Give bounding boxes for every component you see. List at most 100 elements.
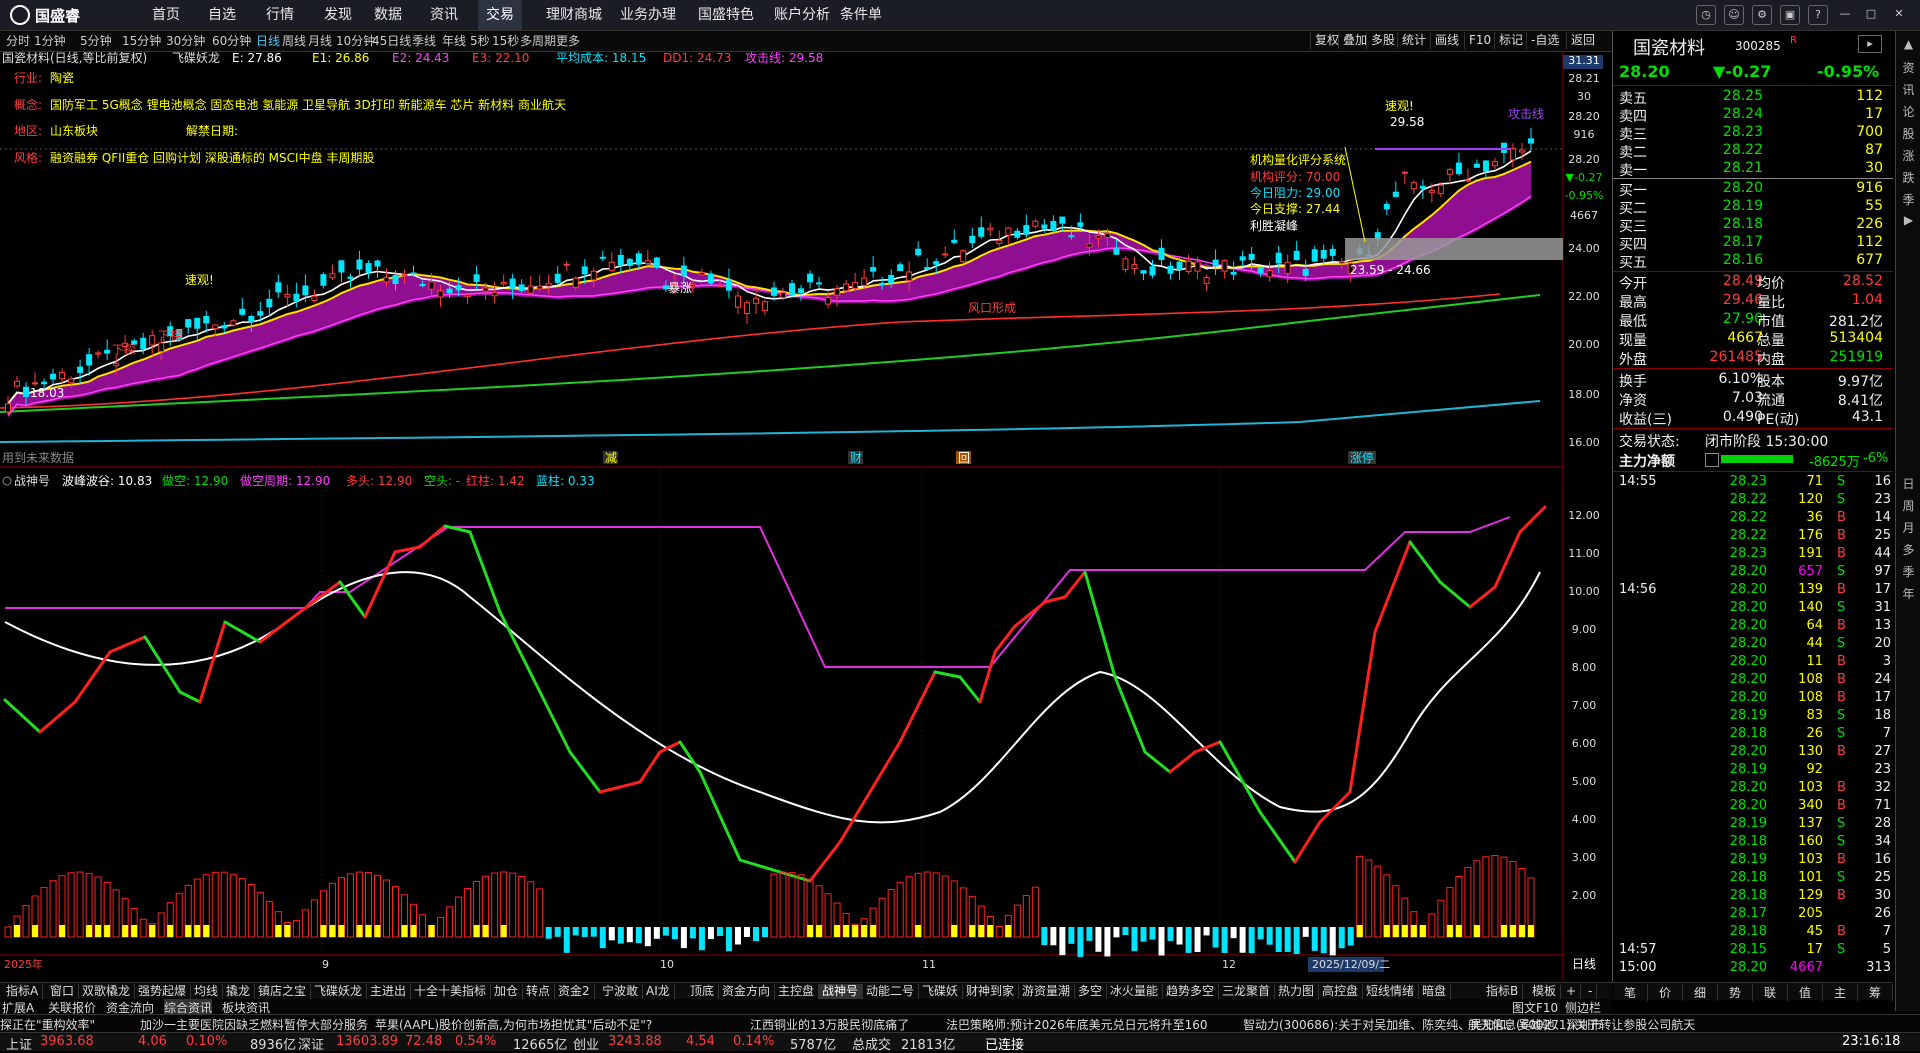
indicator-right-0[interactable]: 指标B <box>1482 984 1524 999</box>
side-tab-11[interactable]: 月 <box>1899 519 1918 536</box>
settings-icon[interactable]: ⚙ <box>1752 5 1772 25</box>
period-7[interactable]: 周线 <box>282 33 306 49</box>
help-icon[interactable]: ? <box>1808 5 1828 25</box>
indicator-right-1[interactable]: 模板 <box>1528 984 1562 999</box>
indicator-tab-21[interactable]: 财神到家 <box>962 984 1020 999</box>
ticker-sz-value[interactable]: 13603.89 <box>336 1034 398 1049</box>
detail-tab-2[interactable]: 细 <box>1683 984 1718 1001</box>
indicator-tab-20[interactable]: 飞碟妖 <box>918 984 964 999</box>
period-5[interactable]: 60分钟 <box>212 33 251 49</box>
indicator-tab-10[interactable]: 加仓 <box>490 984 524 999</box>
side-tab-14[interactable]: 年 <box>1899 585 1918 602</box>
indicator-tab-29[interactable]: 短线情绪 <box>1362 984 1420 999</box>
period-13[interactable]: 5秒 <box>470 33 490 49</box>
period-0[interactable]: 分时 <box>6 33 30 49</box>
maximize-icon[interactable]: □ <box>1862 5 1880 23</box>
side-tab-7[interactable]: 季 <box>1899 191 1918 208</box>
indicator-tab-11[interactable]: 转点 <box>522 984 556 999</box>
chart-tool-3[interactable]: 统计 <box>1397 32 1430 49</box>
menu-9[interactable]: 国盛特色 <box>690 0 762 30</box>
message-icon[interactable]: ◷ <box>1696 5 1716 25</box>
indicator-tab-12[interactable]: 资金2 <box>554 984 595 999</box>
indicator-tab-28[interactable]: 高控盘 <box>1318 984 1364 999</box>
indicator-tab-4[interactable]: 均线 <box>190 984 224 999</box>
indicator-tab-26[interactable]: 三龙聚首 <box>1218 984 1276 999</box>
indicator-tab-2[interactable]: 双歌橇龙 <box>78 984 136 999</box>
indicator-tab-23[interactable]: 多空 <box>1074 984 1108 999</box>
menu-8[interactable]: 业务办理 <box>612 0 684 30</box>
side-tab-12[interactable]: 多 <box>1899 541 1918 558</box>
side-tab-6[interactable]: 跌 <box>1899 169 1918 186</box>
side-tab-10[interactable]: 周 <box>1899 497 1918 514</box>
indicator-tab-1[interactable]: 窗口 <box>46 984 80 999</box>
detail-tab-7[interactable]: 筹 <box>1858 984 1893 1001</box>
menu-11[interactable]: 条件单 <box>832 0 890 30</box>
menu-1[interactable]: 自选 <box>200 0 244 30</box>
menu-5[interactable]: 资讯 <box>422 0 466 30</box>
detail-tab-1[interactable]: 价 <box>1648 984 1683 1001</box>
indicator-tab-15[interactable]: 顶底 <box>686 984 720 999</box>
indicator-tab-25[interactable]: 趋势多空 <box>1162 984 1220 999</box>
chart-tool-2[interactable]: 多股 <box>1366 32 1399 49</box>
period-16[interactable]: 更多 <box>556 33 580 49</box>
period-9[interactable]: 10分钟 <box>336 33 375 49</box>
indicator-tab-18[interactable]: 战神号 <box>818 984 864 999</box>
app-logo[interactable]: 国盛睿 <box>10 4 80 26</box>
detail-tab-5[interactable]: 值 <box>1788 984 1823 1001</box>
kline-chart[interactable]: 31.31 28.21 30 28.20 916 28.20 ▼-0.27 -0.95% 466… <box>0 52 1612 981</box>
period-11[interactable]: 季线 <box>412 33 436 49</box>
period-4[interactable]: 30分钟 <box>166 33 205 49</box>
period-1[interactable]: 1分钟 <box>34 33 66 49</box>
menu-0[interactable]: 首页 <box>144 0 188 30</box>
chart-tool-5[interactable]: F10 <box>1464 32 1495 49</box>
indicator-tab-24[interactable]: 冰火量能 <box>1106 984 1164 999</box>
chart-tool-4[interactable]: 画线 <box>1430 32 1463 49</box>
news-item-1[interactable]: 加沙一主要医院因缺乏燃料暂停大部分服务 <box>140 1016 368 1033</box>
side-tab-3[interactable]: 论 <box>1899 103 1918 120</box>
skin-icon[interactable]: ▣ <box>1780 5 1800 25</box>
side-tab-2[interactable]: 讯 <box>1899 81 1918 98</box>
minimize-icon[interactable]: — <box>1836 5 1854 23</box>
side-tab-0[interactable]: ▲ <box>1899 37 1918 51</box>
chart-tool-7[interactable]: -自选 <box>1526 32 1563 49</box>
detail-tab-6[interactable]: 主 <box>1823 984 1858 1001</box>
indicator-tab-14[interactable]: AI龙 <box>642 984 675 999</box>
detail-tab-4[interactable]: 联 <box>1753 984 1788 1001</box>
indicator-tab-13[interactable]: 宁波敢 <box>598 984 644 999</box>
close-icon[interactable]: ✕ <box>1890 5 1908 23</box>
detail-tab-0[interactable]: 笔 <box>1613 984 1648 1001</box>
indicator-tab-7[interactable]: 飞碟妖龙 <box>310 984 368 999</box>
menu-4[interactable]: 数据 <box>366 0 410 30</box>
user-icon[interactable]: ☺ <box>1724 5 1744 25</box>
indicator-tab-8[interactable]: 主进出 <box>366 984 412 999</box>
indicator-tab-17[interactable]: 主控盘 <box>774 984 820 999</box>
ticker-cy-value[interactable]: 3243.88 <box>608 1034 662 1049</box>
menu-3[interactable]: 发现 <box>316 0 360 30</box>
period-6[interactable]: 日线 <box>256 33 280 49</box>
chart-tool-8[interactable]: 返回 <box>1566 32 1599 49</box>
side-tab-9[interactable]: 日 <box>1899 475 1918 492</box>
period-12[interactable]: 年线 <box>442 33 466 49</box>
period-8[interactable]: 月线 <box>308 33 332 49</box>
netflow-toggle[interactable] <box>1705 453 1719 467</box>
indicator-tab-27[interactable]: 热力图 <box>1274 984 1320 999</box>
menu-10[interactable]: 账户分析 <box>766 0 838 30</box>
indicator-tab-6[interactable]: 镇店之宝 <box>254 984 312 999</box>
side-tab-8[interactable]: ▶ <box>1899 213 1918 227</box>
period-15[interactable]: 多周期 <box>520 33 556 49</box>
news-item-3[interactable]: 江西铜业的13万股民彻底痛了 <box>750 1016 909 1033</box>
indicator-tab-5[interactable]: 撬龙 <box>222 984 256 999</box>
menu-2[interactable]: 行情 <box>258 0 302 30</box>
indicator-right-3[interactable]: - <box>1584 984 1598 999</box>
news-item-6[interactable]: 航天信息(600271):关于转让参股公司航天 <box>1468 1016 1695 1033</box>
indicator-tab-22[interactable]: 游资量潮 <box>1018 984 1076 999</box>
news-item-0[interactable]: 探正在"重构效率" <box>0 1016 95 1033</box>
indicator-tab-16[interactable]: 资金方向 <box>718 984 776 999</box>
period-10[interactable]: 45日线 <box>372 33 411 49</box>
side-tab-4[interactable]: 股 <box>1899 125 1918 142</box>
period-3[interactable]: 15分钟 <box>122 33 161 49</box>
news-item-2[interactable]: 苹果(AAPL)股价创新高,为何市场担忧其"后动不足"? <box>375 1016 652 1033</box>
indicator-tab-19[interactable]: 动能二号 <box>862 984 920 999</box>
indicator-right-2[interactable]: + <box>1562 984 1582 999</box>
indicator-tab-0[interactable]: 指标A <box>2 984 44 999</box>
